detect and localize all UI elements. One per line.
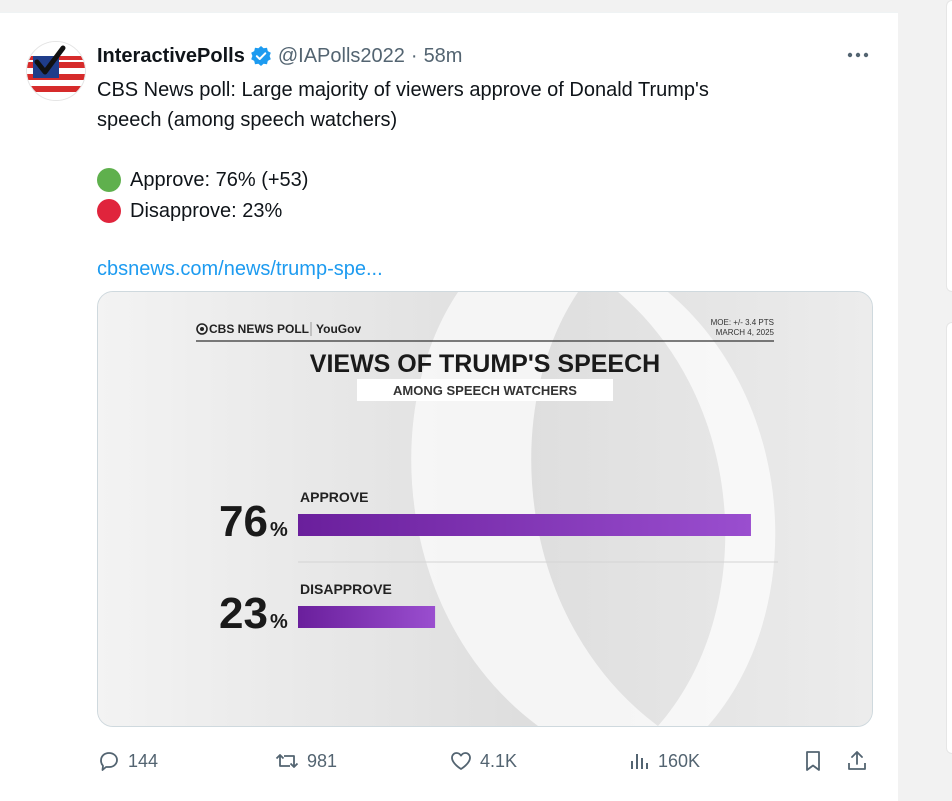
header-separator: · [410, 44, 418, 67]
repost-icon [275, 754, 299, 768]
tweet-actions: 144 981 4.1K 160K [97, 745, 877, 777]
sidebar-card-bottom [946, 322, 952, 754]
chart-title: VIEWS OF TRUMP'S SPEECH [310, 350, 660, 378]
green-circle-icon [97, 167, 121, 192]
value-label-approve: 76 [219, 497, 268, 546]
date-label: MARCH 4, 2025 [716, 328, 775, 337]
moe-label: MOE: +/- 3.4 PTS [711, 318, 774, 327]
brand-partner: YouGov [316, 322, 361, 336]
author-name[interactable]: InteractivePolls [97, 45, 245, 68]
repost-count: 981 [307, 750, 338, 771]
tweet-text-line-1: CBS News poll: Large majority of viewers… [97, 79, 709, 101]
author-handle[interactable]: @IAPolls2022 [278, 45, 405, 68]
share-button[interactable] [845, 745, 869, 777]
bar-label-approve: APPROVE [300, 489, 368, 505]
bookmark-icon [806, 751, 820, 771]
verified-badge-icon[interactable] [250, 45, 272, 67]
article-link[interactable]: cbsnews.com/news/trump-spe... [97, 254, 857, 284]
chart-subtitle: AMONG SPEECH WATCHERS [393, 383, 577, 398]
poll-image-card[interactable]: CBS NEWS POLL YouGov MOE: +/- 3.4 PTS MA… [97, 291, 873, 727]
more-options-icon[interactable] [842, 45, 874, 65]
tweet-text-line-2: speech (among speech watchers) [97, 109, 398, 131]
like-count: 4.1K [480, 750, 518, 771]
views-button[interactable]: 160K [627, 745, 700, 777]
red-circle-icon [97, 198, 121, 223]
reply-icon [100, 752, 118, 771]
repost-button[interactable]: 981 [274, 745, 337, 777]
brand-label: CBS NEWS POLL [209, 322, 309, 336]
reply-count: 144 [128, 750, 159, 771]
disapprove-line: Disapprove: 23% [130, 199, 283, 222]
poll-chart: CBS NEWS POLL YouGov MOE: +/- 3.4 PTS MA… [98, 292, 872, 726]
bar-approve [298, 514, 751, 536]
share-icon [848, 751, 866, 770]
tweet-header: InteractivePolls @IAPolls2022 · 58m [97, 43, 462, 69]
bookmark-button[interactable] [801, 745, 825, 777]
sidebar-card-top [946, 0, 952, 292]
approve-line: Approve: 76% (+53) [130, 168, 309, 191]
interactive-polls-logo-icon [27, 42, 85, 100]
tweet[interactable]: InteractivePolls @IAPolls2022 · 58m CBS … [0, 12, 898, 801]
heart-icon [451, 752, 471, 770]
tweet-timestamp[interactable]: 58m [424, 45, 463, 68]
avatar[interactable] [26, 41, 86, 101]
view-count: 160K [658, 750, 701, 771]
like-button[interactable]: 4.1K [449, 745, 517, 777]
percent-sign-approve: % [270, 519, 288, 541]
value-label-disapprove: 23 [219, 589, 268, 638]
bar-label-disapprove: DISAPPROVE [300, 581, 392, 597]
tweet-text: CBS News poll: Large majority of viewers… [97, 75, 857, 284]
bar-disapprove [298, 606, 436, 628]
views-chart-icon [631, 754, 648, 769]
percent-sign-disapprove: % [270, 611, 288, 633]
right-sidebar [898, 0, 952, 800]
reply-button[interactable]: 144 [97, 745, 158, 777]
